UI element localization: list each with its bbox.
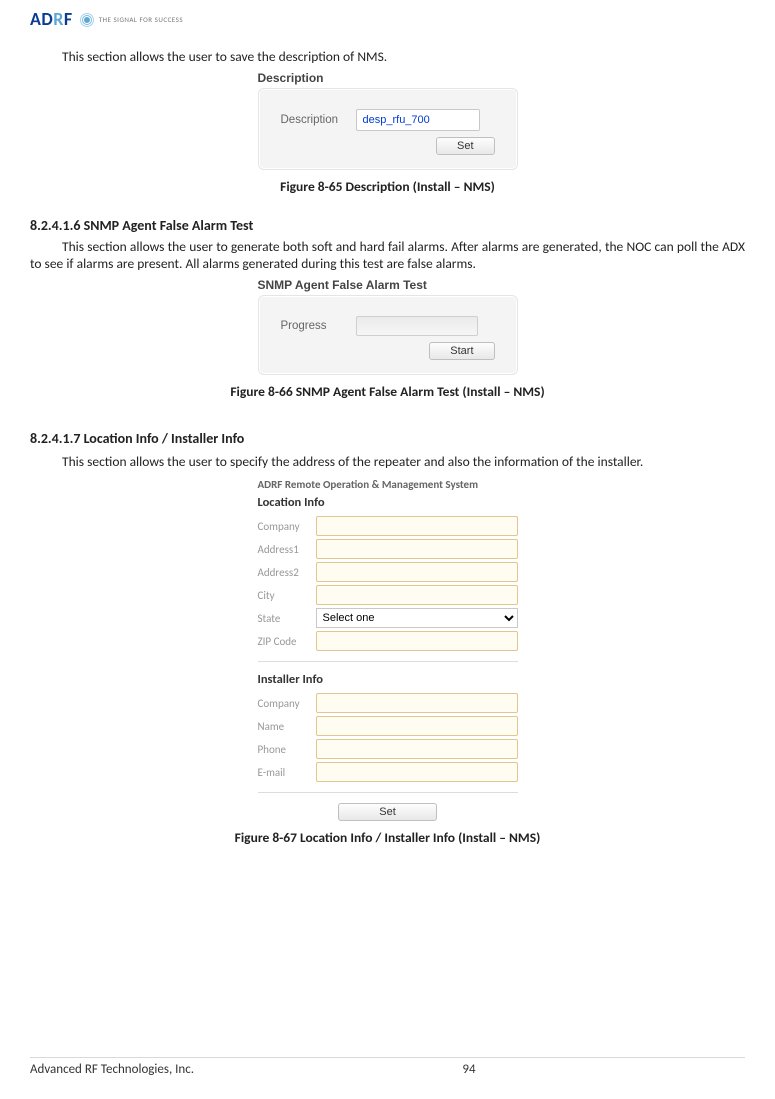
page-footer: Advanced RF Technologies, Inc. 94 xyxy=(30,1057,745,1077)
inst-name-label: Name xyxy=(258,720,316,733)
zip-input[interactable] xyxy=(316,631,518,651)
description-label: Description xyxy=(281,114,356,126)
zip-label: ZIP Code xyxy=(258,635,316,648)
figure-65-caption: Figure 8-65 Description (Install – NMS) xyxy=(30,178,745,195)
location-installer-panel: ADRF Remote Operation & Management Syste… xyxy=(258,476,518,821)
inst-name-input[interactable] xyxy=(316,716,518,736)
address1-input[interactable] xyxy=(316,539,518,559)
location-info-title: Location Info xyxy=(258,495,518,510)
state-label: State xyxy=(258,612,316,625)
location-section-text: This section allows the user to specify … xyxy=(62,453,745,470)
city-label: City xyxy=(258,589,316,602)
snmp-section-text: This section allows the user to generate… xyxy=(30,238,745,272)
signal-icon xyxy=(79,12,93,26)
address2-label: Address2 xyxy=(258,566,316,579)
divider xyxy=(258,661,518,662)
start-button[interactable]: Start xyxy=(429,342,494,360)
inst-company-input[interactable] xyxy=(316,693,518,713)
description-panel: Description Description Set xyxy=(258,71,518,170)
company-input[interactable] xyxy=(316,516,518,536)
logo-tagline: THE SIGNAL FOR SUCCESS xyxy=(99,15,183,24)
description-input[interactable] xyxy=(356,109,480,131)
progress-bar xyxy=(356,316,478,336)
loc-panel-header: ADRF Remote Operation & Management Syste… xyxy=(258,478,518,491)
inst-email-input[interactable] xyxy=(316,762,518,782)
inst-phone-label: Phone xyxy=(258,743,316,756)
snmp-panel-title: SNMP Agent False Alarm Test xyxy=(258,278,518,292)
installer-info-title: Installer Info xyxy=(258,672,518,687)
address1-label: Address1 xyxy=(258,543,316,556)
heading-8-2-4-1-6: 8.2.4.1.6 SNMP Agent False Alarm Test xyxy=(30,217,745,234)
divider xyxy=(258,792,518,793)
progress-label: Progress xyxy=(281,320,356,332)
inst-email-label: E-mail xyxy=(258,766,316,779)
intro-text: This section allows the user to save the… xyxy=(62,48,745,65)
city-input[interactable] xyxy=(316,585,518,605)
footer-company: Advanced RF Technologies, Inc. xyxy=(30,1062,194,1077)
brand-logo: ADRF THE SIGNAL FOR SUCCESS xyxy=(30,8,745,30)
set-button[interactable]: Set xyxy=(436,137,495,155)
address2-input[interactable] xyxy=(316,562,518,582)
location-set-button[interactable]: Set xyxy=(338,803,437,821)
footer-page: 94 xyxy=(462,1062,475,1077)
inst-company-label: Company xyxy=(258,697,316,710)
company-label: Company xyxy=(258,520,316,533)
figure-66-caption: Figure 8-66 SNMP Agent False Alarm Test … xyxy=(30,383,745,400)
figure-67-caption: Figure 8-67 Location Info / Installer In… xyxy=(30,829,745,846)
heading-8-2-4-1-7: 8.2.4.1.7 Location Info / Installer Info xyxy=(30,430,745,447)
logo-text: ADRF xyxy=(30,8,73,30)
description-panel-title: Description xyxy=(258,71,518,85)
state-select[interactable]: Select one xyxy=(316,608,518,628)
inst-phone-input[interactable] xyxy=(316,739,518,759)
snmp-panel: SNMP Agent False Alarm Test Progress Sta… xyxy=(258,278,518,375)
